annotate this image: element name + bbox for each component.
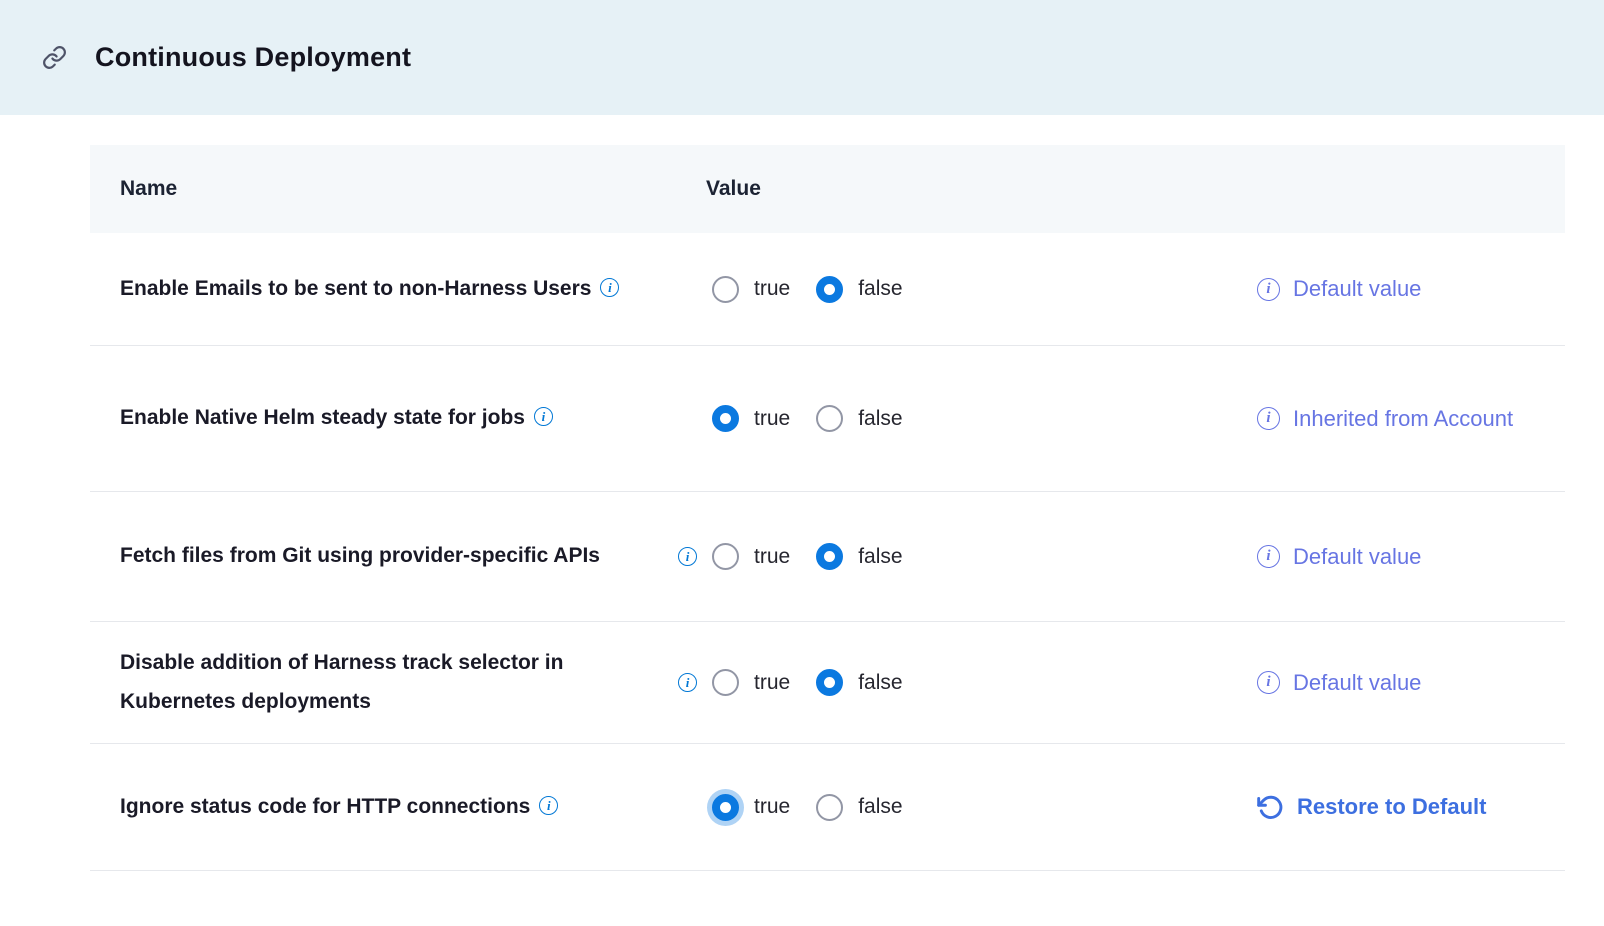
value-lead: i [678,673,712,692]
status-info-icon[interactable]: i [1257,407,1280,430]
radio-true-circle[interactable] [712,405,739,432]
column-header-name: Name [90,177,678,201]
info-glyph: i [1266,675,1270,690]
setting-status-cell[interactable]: i Default value [1257,274,1565,304]
name-info-icon[interactable]: i [534,407,553,426]
name-info-icon[interactable]: i [539,796,558,815]
page-title: Continuous Deployment [95,42,411,73]
info-glyph: i [542,410,546,423]
radio-false-circle[interactable] [816,794,843,821]
radio-false[interactable]: false [816,794,902,821]
setting-value-cell: i true false [678,669,903,696]
name-info-icon[interactable]: i [600,278,619,297]
radio-true-label: true [754,545,790,569]
table-row: Disable addition of Harness track select… [90,622,1565,744]
setting-name-cell: Disable addition of Harness track select… [90,634,678,732]
table-header-row: Name Value [90,145,1565,233]
radio-false[interactable]: false [816,276,902,303]
column-header-value: Value [678,177,761,201]
value-lead: i [678,547,712,566]
setting-status-cell[interactable]: i Inherited from Account [1257,404,1565,434]
settings-table: Name Value Enable Emails to be sent to n… [90,145,1565,871]
setting-name-cell: Enable Native Helm steady state for jobs… [90,389,678,448]
settings-page: Continuous Deployment Name Value Enable … [0,0,1604,926]
table-row: Ignore status code for HTTP connections i… [90,744,1565,871]
info-glyph: i [686,550,690,563]
info-glyph: i [1266,549,1270,564]
status-label[interactable]: Inherited from Account [1293,404,1513,434]
radio-false-label: false [858,795,902,819]
setting-name: Enable Native Helm steady state for jobs [120,406,525,429]
radio-false-circle[interactable] [816,276,843,303]
status-label[interactable]: Default value [1293,542,1421,572]
status-info-icon[interactable]: i [1257,278,1280,301]
radio-false-circle[interactable] [816,669,843,696]
link-icon[interactable] [42,45,67,70]
radio-false-label: false [858,671,902,695]
info-glyph: i [608,281,612,294]
radio-true[interactable]: true [712,543,790,570]
info-glyph: i [1266,411,1270,426]
radio-true-circle[interactable] [712,669,739,696]
radio-true-circle[interactable] [712,276,739,303]
restore-icon[interactable] [1257,794,1284,821]
radio-false[interactable]: false [816,669,902,696]
radio-false-circle[interactable] [816,543,843,570]
value-info-icon[interactable]: i [678,547,697,566]
section-header: Continuous Deployment [0,0,1604,115]
status-label[interactable]: Default value [1293,274,1421,304]
radio-true-circle[interactable] [712,543,739,570]
info-glyph: i [547,799,551,812]
table-row: Enable Native Helm steady state for jobs… [90,346,1565,492]
status-info-icon[interactable]: i [1257,545,1280,568]
radio-true[interactable]: true [712,794,790,821]
radio-true-label: true [754,277,790,301]
setting-name: Ignore status code for HTTP connections [120,795,530,818]
radio-false-label: false [858,407,902,431]
setting-name-cell: Enable Emails to be sent to non-Harness … [90,260,678,319]
setting-name: Disable addition of Harness track select… [120,651,563,713]
radio-true-circle[interactable] [712,794,739,821]
setting-name-cell: Ignore status code for HTTP connections i [90,778,678,837]
radio-true[interactable]: true [712,405,790,432]
radio-true-label: true [754,407,790,431]
setting-status-cell[interactable]: i Default value [1257,542,1565,572]
setting-value-cell: i true false [678,543,903,570]
radio-true-label: true [754,671,790,695]
radio-false-label: false [858,277,902,301]
radio-true[interactable]: true [712,669,790,696]
radio-false-label: false [858,545,902,569]
info-glyph: i [686,676,690,689]
radio-false-circle[interactable] [816,405,843,432]
setting-value-cell: true false [678,405,903,432]
value-info-icon[interactable]: i [678,673,697,692]
radio-false[interactable]: false [816,543,902,570]
settings-table-body: Enable Emails to be sent to non-Harness … [90,233,1565,871]
table-row: Fetch files from Git using provider-spec… [90,492,1565,622]
status-label[interactable]: Restore to Default [1297,792,1486,822]
radio-true[interactable]: true [712,276,790,303]
radio-false[interactable]: false [816,405,902,432]
radio-true-label: true [754,795,790,819]
setting-status-cell[interactable]: Restore to Default [1257,792,1565,822]
setting-name: Enable Emails to be sent to non-Harness … [120,277,591,300]
setting-value-cell: true false [678,276,903,303]
table-row: Enable Emails to be sent to non-Harness … [90,233,1565,346]
status-label[interactable]: Default value [1293,668,1421,698]
setting-name: Fetch files from Git using provider-spec… [120,544,600,567]
status-info-icon[interactable]: i [1257,671,1280,694]
setting-name-cell: Fetch files from Git using provider-spec… [90,527,678,586]
info-glyph: i [1266,282,1270,297]
setting-status-cell[interactable]: i Default value [1257,668,1565,698]
setting-value-cell: true false [678,794,903,821]
